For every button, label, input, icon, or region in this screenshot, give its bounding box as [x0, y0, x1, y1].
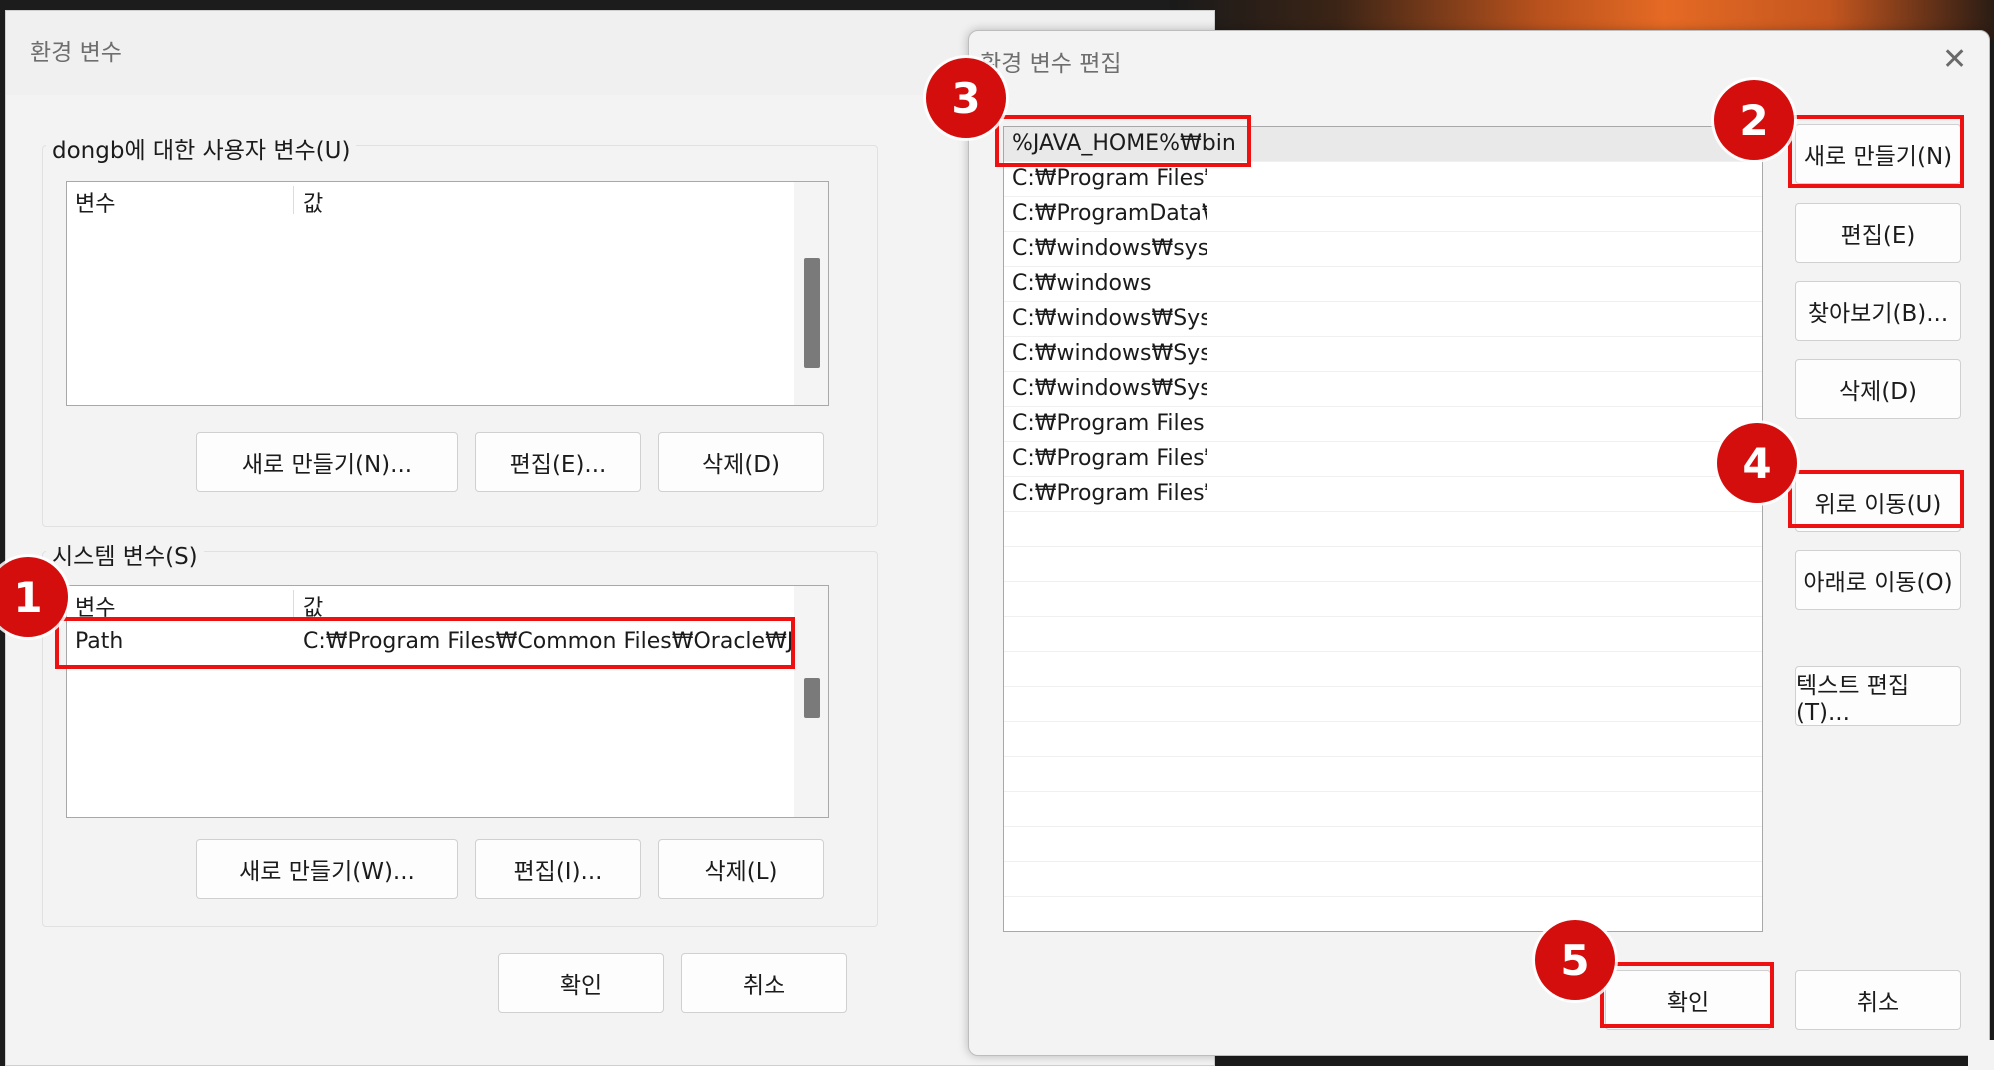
list-item-empty[interactable]	[1004, 792, 1762, 827]
list-item-empty[interactable]	[1004, 547, 1762, 582]
list-item[interactable]: C:₩windows	[1004, 267, 1762, 302]
list-item-empty[interactable]	[1004, 617, 1762, 652]
cancel-button[interactable]: 취소	[681, 953, 847, 1013]
browse-button[interactable]: 찾아보기(B)...	[1795, 281, 1961, 341]
system-edit-button[interactable]: 편집(I)...	[475, 839, 641, 899]
highlight-path-row	[55, 617, 795, 669]
user-edit-button[interactable]: 편집(E)...	[475, 432, 641, 492]
edit-dialog-title: 환경 변수 편집	[980, 51, 1122, 77]
column-value[interactable]: 값	[303, 186, 323, 218]
list-item-empty[interactable]	[1004, 652, 1762, 687]
user-variables-list[interactable]: 변수 값	[66, 181, 829, 406]
entry-text: C:₩ProgramData₩	[1012, 201, 1207, 226]
edit-text-button[interactable]: 텍스트 편집(T)...	[1795, 666, 1961, 726]
entry-text: C:₩Program Files₩	[1012, 446, 1207, 471]
resize-grip[interactable]	[1968, 1040, 1994, 1070]
step-badge-3: 3	[926, 58, 1006, 138]
vertical-scrollbar[interactable]	[794, 182, 828, 405]
list-item-empty[interactable]	[1004, 757, 1762, 792]
step-badge-4: 4	[1717, 423, 1797, 503]
list-item[interactable]: C:₩windows₩Syste	[1004, 372, 1762, 407]
list-item[interactable]: C:₩Program Files₩	[1004, 442, 1762, 477]
entry-text: C:₩windows₩syste	[1012, 236, 1207, 261]
list-item-empty[interactable]	[1004, 512, 1762, 547]
entry-text: C:₩Program Files (	[1012, 411, 1207, 436]
entry-text: C:₩windows₩Syste	[1012, 376, 1207, 401]
highlight-move-up-button	[1788, 470, 1964, 528]
column-separator	[293, 590, 294, 618]
delete-entry-button[interactable]: 삭제(D)	[1795, 359, 1961, 419]
path-entries-list[interactable]: %JAVA_HOME%₩bin C:₩Program Files₩ C:₩Pro…	[1003, 126, 1763, 932]
list-item-empty[interactable]	[1004, 862, 1762, 897]
list-item[interactable]: C:₩windows₩Syste	[1004, 302, 1762, 337]
list-item[interactable]: C:₩Program Files (	[1004, 407, 1762, 442]
entry-text: C:₩windows₩Syste	[1012, 341, 1207, 366]
scrollbar-thumb[interactable]	[804, 678, 820, 718]
system-variables-label: 시스템 변수(S)	[46, 537, 204, 571]
scrollbar-thumb[interactable]	[804, 258, 820, 368]
list-item[interactable]: C:₩Program Files₩	[1004, 477, 1762, 512]
list-item[interactable]: C:₩windows₩Syste	[1004, 337, 1762, 372]
list-item-empty[interactable]	[1004, 722, 1762, 757]
ok-button[interactable]: 확인	[498, 953, 664, 1013]
vertical-scrollbar[interactable]	[794, 586, 828, 817]
list-item[interactable]: C:₩ProgramData₩	[1004, 197, 1762, 232]
entry-text: C:₩Program Files₩	[1012, 166, 1207, 191]
step-badge-2: 2	[1714, 80, 1794, 160]
desktop-bottom-edge	[0, 1066, 1994, 1070]
system-new-button[interactable]: 새로 만들기(W)...	[196, 839, 458, 899]
column-variable[interactable]: 변수	[75, 186, 115, 218]
highlight-new-button	[1788, 115, 1964, 188]
dialog-title: 환경 변수	[30, 40, 122, 66]
list-item-empty[interactable]	[1004, 687, 1762, 722]
list-item-empty[interactable]	[1004, 827, 1762, 862]
entry-text: C:₩windows	[1012, 271, 1152, 296]
user-variables-label: dongb에 대한 사용자 변수(U)	[46, 131, 357, 165]
step-badge-5: 5	[1535, 920, 1615, 1000]
move-down-button[interactable]: 아래로 이동(O)	[1795, 550, 1961, 610]
system-delete-button[interactable]: 삭제(L)	[658, 839, 824, 899]
list-header: 변수 값	[67, 182, 794, 218]
entry-text: C:₩Program Files₩	[1012, 481, 1207, 506]
entry-text: C:₩windows₩Syste	[1012, 306, 1207, 331]
list-item-empty[interactable]	[1004, 582, 1762, 617]
list-item[interactable]: C:₩windows₩syste	[1004, 232, 1762, 267]
edit-cancel-button[interactable]: 취소	[1795, 970, 1961, 1030]
user-new-button[interactable]: 새로 만들기(N)...	[196, 432, 458, 492]
list-item-empty[interactable]	[1004, 897, 1762, 931]
close-icon[interactable]: ✕	[1942, 42, 1967, 77]
list-item[interactable]: C:₩Program Files₩	[1004, 162, 1762, 197]
highlight-java-home-entry	[995, 115, 1251, 167]
edit-entry-button[interactable]: 편집(E)	[1795, 203, 1961, 263]
user-delete-button[interactable]: 삭제(D)	[658, 432, 824, 492]
highlight-ok-button	[1600, 962, 1774, 1028]
column-separator	[293, 186, 294, 214]
